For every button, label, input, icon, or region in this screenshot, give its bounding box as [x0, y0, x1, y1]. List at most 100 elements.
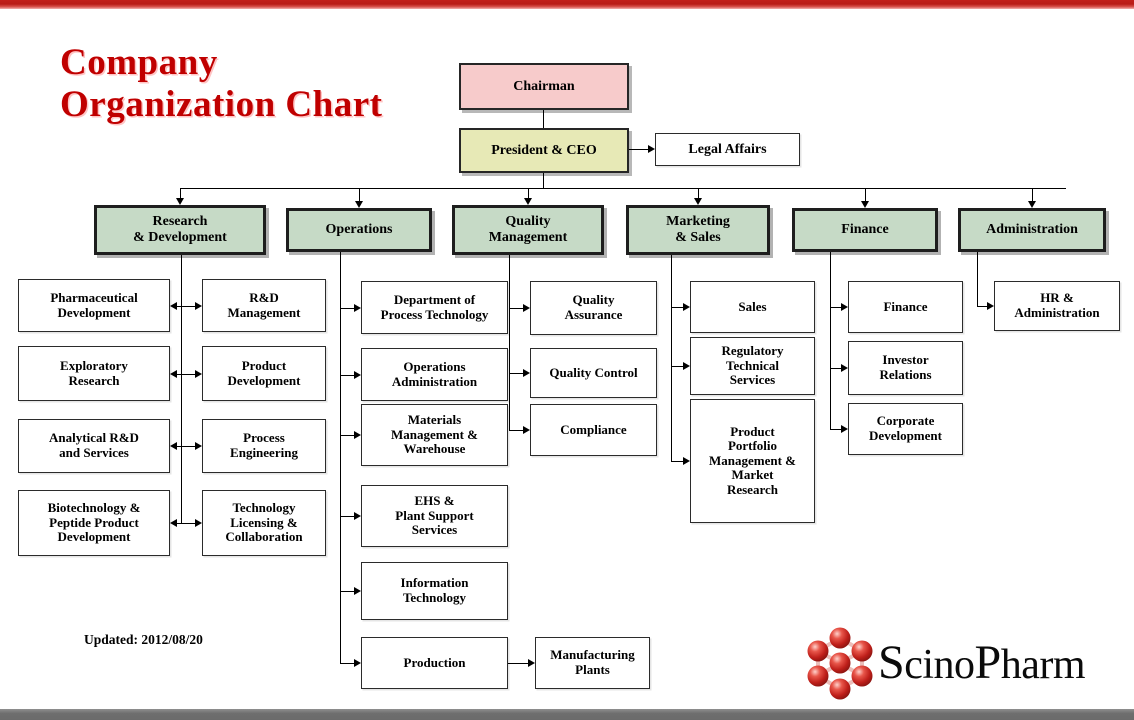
- connector-line: [508, 663, 528, 665]
- connector-arrow: [170, 301, 177, 310]
- node-marketing-0-label: Sales: [738, 298, 767, 314]
- connector-line: [1032, 188, 1034, 201]
- node-rnd-right-3[interactable]: Technology Licensing & Collaboration: [202, 490, 326, 556]
- node-rnd-left-0[interactable]: Pharmaceutical Development: [18, 279, 170, 332]
- node-operations-4[interactable]: Information Technology: [361, 562, 508, 620]
- molecule-icon: [807, 627, 873, 700]
- node-division-admin[interactable]: Administration: [958, 208, 1106, 252]
- node-division-finance-label: Finance: [841, 222, 889, 238]
- node-division-marketing-label: Marketing & Sales: [666, 214, 730, 245]
- node-rnd-right-0[interactable]: R&D Management: [202, 279, 326, 332]
- connector-arrow: [195, 519, 202, 528]
- connector-arrow: [523, 426, 530, 435]
- connector-arrow: [523, 304, 530, 313]
- connector-line: [528, 188, 530, 198]
- connector-arrow: [523, 198, 532, 205]
- connector-arrow: [528, 659, 535, 668]
- node-quality-0-label: Quality Assurance: [564, 292, 623, 322]
- connector-arrow: [683, 457, 690, 466]
- connector-arrow: [170, 442, 177, 451]
- connector-line: [865, 188, 867, 201]
- node-admin-0-label: HR & Administration: [1014, 290, 1100, 320]
- node-finance-1[interactable]: Investor Relations: [848, 341, 963, 395]
- node-marketing-1[interactable]: Regulatory Technical Services: [690, 337, 815, 395]
- node-rnd-left-3[interactable]: Biotechnology & Peptide Product Developmen…: [18, 490, 170, 556]
- node-operations-3[interactable]: EHS & Plant Support Services: [361, 485, 508, 547]
- node-chairman[interactable]: Chairman: [459, 63, 629, 110]
- logo-wordmark-p: P: [974, 636, 1002, 689]
- node-marketing-0[interactable]: Sales: [690, 281, 815, 333]
- logo-wordmark: ScinoPharm: [878, 639, 1086, 689]
- connector-arrow: [683, 362, 690, 371]
- connector-line: [509, 373, 523, 375]
- connector-arrow: [693, 198, 702, 205]
- connector-arrow: [523, 369, 530, 378]
- connector-line: [977, 306, 987, 308]
- node-rnd-left-1[interactable]: Exploratory Research: [18, 346, 170, 401]
- node-operations-1[interactable]: Operations Administration: [361, 348, 508, 401]
- node-rnd-right-1[interactable]: Product Development: [202, 346, 326, 401]
- node-division-marketing[interactable]: Marketing & Sales: [626, 205, 770, 255]
- node-president-ceo-label: President & CEO: [491, 142, 597, 158]
- connector-line: [180, 188, 1066, 190]
- connector-line: [509, 430, 523, 432]
- connector-arrow: [354, 370, 361, 379]
- connector-arrow: [175, 198, 184, 205]
- node-marketing-2-label: Product Portfolio Management & Market Resear…: [708, 423, 796, 497]
- connector-arrow: [170, 519, 177, 528]
- connector-line: [340, 435, 354, 437]
- node-rnd-right-2-label: Process Engineering: [230, 430, 298, 460]
- node-admin-0[interactable]: HR & Administration: [994, 281, 1120, 331]
- connector-line: [340, 516, 354, 518]
- node-legal-affairs[interactable]: Legal Affairs: [655, 133, 800, 166]
- node-rnd-left-1-label: Exploratory Research: [60, 357, 128, 388]
- node-quality-2[interactable]: Compliance: [530, 404, 657, 456]
- node-rnd-left-2[interactable]: Analytical R&D and Services: [18, 419, 170, 473]
- node-division-quality[interactable]: Quality Management: [452, 205, 604, 255]
- node-finance-2[interactable]: Corporate Development: [848, 403, 963, 455]
- node-finance-0[interactable]: Finance: [848, 281, 963, 333]
- node-quality-2-label: Compliance: [560, 421, 627, 437]
- node-quality-0[interactable]: Quality Assurance: [530, 281, 657, 335]
- connector-line: [359, 188, 361, 201]
- connector-line: [509, 308, 523, 310]
- connector-line: [671, 461, 683, 463]
- top-accent-bar: [0, 0, 1134, 9]
- connector-line: [340, 252, 342, 663]
- connector-line: [181, 305, 195, 307]
- node-operations-2[interactable]: Materials Management & Warehouse: [361, 404, 508, 466]
- connector-arrow: [1027, 201, 1036, 208]
- connector-line: [830, 368, 841, 370]
- node-manufacturing-plants-label: Manufacturing Plants: [550, 647, 635, 677]
- node-division-rnd[interactable]: Research & Development: [94, 205, 266, 255]
- connector-arrow: [195, 442, 202, 451]
- connector-line: [830, 429, 841, 431]
- node-division-finance[interactable]: Finance: [792, 208, 938, 252]
- connector-arrow: [195, 301, 202, 310]
- logo-wordmark-harm: harm: [1000, 642, 1086, 688]
- org-chart-slide: Company Organization Chart Chairman Pres…: [0, 0, 1134, 720]
- connector-line: [340, 591, 354, 593]
- node-division-operations[interactable]: Operations: [286, 208, 432, 252]
- node-president-ceo[interactable]: President & CEO: [459, 128, 629, 173]
- bottom-accent-bar: [0, 709, 1134, 720]
- page-title-line2: Organization Chart: [60, 84, 383, 125]
- node-operations-0[interactable]: Department of Process Technology: [361, 281, 508, 334]
- node-rnd-right-2[interactable]: Process Engineering: [202, 419, 326, 473]
- connector-line: [181, 446, 195, 448]
- connector-arrow: [860, 201, 869, 208]
- connector-line: [340, 374, 354, 376]
- connector-arrow: [170, 369, 177, 378]
- connector-line: [340, 663, 354, 665]
- node-marketing-2[interactable]: Product Portfolio Management & Market Resear…: [690, 399, 815, 523]
- connector-line: [671, 366, 683, 368]
- page-title-line1: Company: [60, 42, 218, 83]
- node-finance-1-label: Investor Relations: [879, 352, 932, 382]
- connector-line: [509, 255, 511, 430]
- node-finance-0-label: Finance: [883, 298, 928, 314]
- connector-line: [830, 252, 832, 429]
- node-manufacturing-plants[interactable]: Manufacturing Plants: [535, 637, 650, 689]
- node-quality-1[interactable]: Quality Control: [530, 348, 657, 398]
- node-operations-5[interactable]: Production: [361, 637, 508, 689]
- connector-line: [671, 307, 683, 309]
